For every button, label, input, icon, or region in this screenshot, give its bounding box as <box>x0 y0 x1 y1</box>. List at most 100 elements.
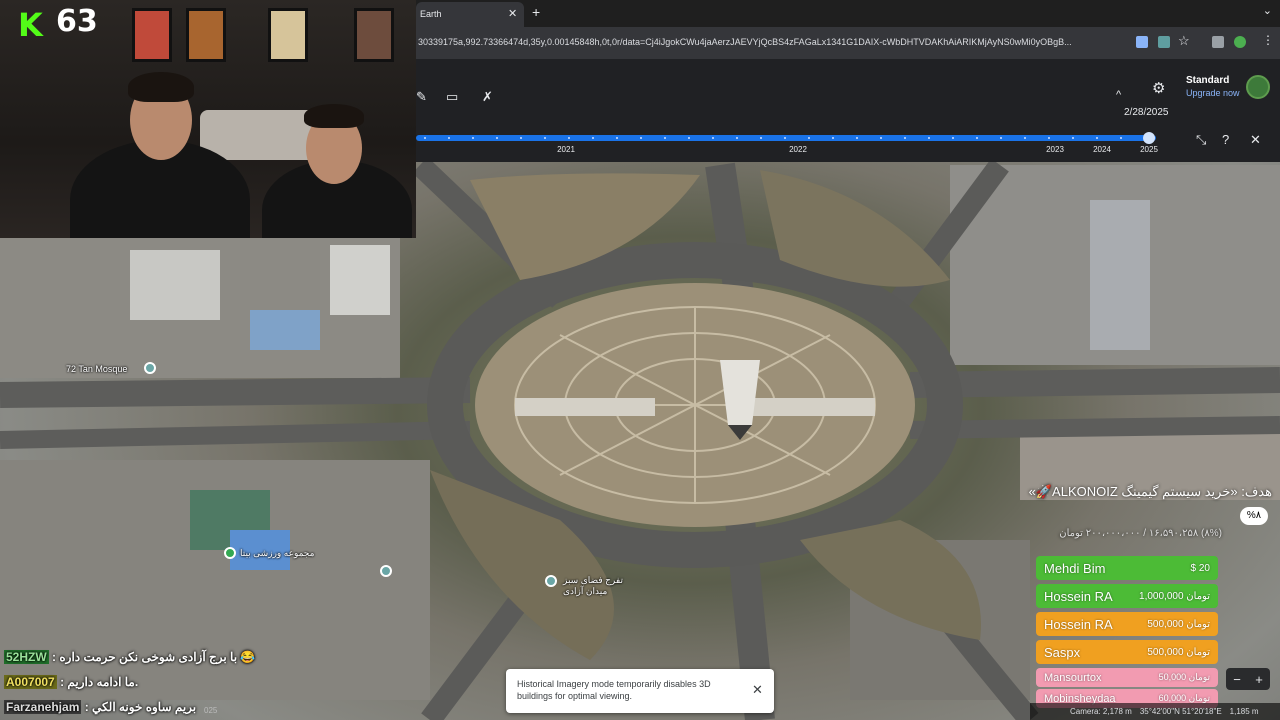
settings-gear-icon[interactable]: ⚙ <box>1152 79 1165 97</box>
timeline-tick[interactable] <box>424 137 426 139</box>
donation-row: Mehdi Bim $ 20 <box>1036 556 1218 580</box>
chat-text: : بریم ساوه خونه الکي <box>84 700 197 714</box>
donation-amount: 1,000,000 تومان <box>1139 590 1210 602</box>
wall-poster <box>186 8 226 62</box>
timeline-tick[interactable] <box>496 137 498 139</box>
chat-message: 52HZW : با برج آزادی شوخی نکن حرمت داره … <box>4 650 255 664</box>
url-field[interactable]: 30339175a,992.73366474d,35y,0.00145848h,… <box>418 37 1130 47</box>
timeline-tick[interactable] <box>928 137 930 139</box>
timeline-tick[interactable] <box>1024 137 1026 139</box>
imagery-date-fragment: 025 <box>204 706 218 715</box>
screen: Earth ✕ + ⌄ 30339175a,992.73366474d,35y,… <box>0 0 1280 720</box>
expand-icon[interactable]: ⤡ <box>1196 132 1206 148</box>
chat-text: : ما ادامه داریم. <box>60 675 139 689</box>
timeline-tick[interactable] <box>856 137 858 139</box>
chat-username: A007007 <box>4 675 57 689</box>
zoom-out-button[interactable]: − <box>1233 672 1241 687</box>
browser-menu-icon[interactable]: ⋮ <box>1262 33 1274 47</box>
timeline-tick[interactable] <box>808 137 810 139</box>
year-label: 2024 <box>1093 145 1111 154</box>
bookmark-star-icon[interactable]: ☆ <box>1178 33 1190 48</box>
timeline-tick[interactable] <box>1000 137 1002 139</box>
cast-icon[interactable] <box>1136 36 1148 48</box>
year-label: 2021 <box>557 145 575 154</box>
browser-tab-bar: Earth ✕ + ⌄ <box>416 0 1280 27</box>
wall-poster <box>354 8 394 62</box>
toast-message: Historical Imagery mode temporarily disa… <box>517 679 711 701</box>
sports-pin-icon[interactable] <box>224 547 236 559</box>
timeline-tick[interactable] <box>688 137 690 139</box>
timeline-tick[interactable] <box>520 137 522 139</box>
tab-google-earth[interactable]: Earth ✕ <box>416 2 524 27</box>
park-pin-icon[interactable] <box>545 575 557 587</box>
timeline-tick[interactable] <box>544 137 546 139</box>
timeline-tick[interactable] <box>592 137 594 139</box>
timeline-tick[interactable] <box>880 137 882 139</box>
map-label-sports-complex[interactable]: مجموعه ورزشی بیتا <box>240 548 314 559</box>
zoom-controls: − + <box>1226 668 1270 690</box>
streamer-left-hair <box>128 72 194 102</box>
upgrade-link[interactable]: Upgrade now <box>1186 88 1240 98</box>
webcam-overlay: K 63 <box>0 0 416 238</box>
tab-close-icon[interactable]: ✕ <box>508 7 517 20</box>
translate-icon[interactable] <box>1158 36 1170 48</box>
timeline-tick[interactable] <box>616 137 618 139</box>
tab-title: Earth <box>420 9 442 19</box>
timeline-tick[interactable] <box>784 137 786 139</box>
extensions-icon[interactable] <box>1212 36 1224 48</box>
draw-icon[interactable]: ✎ <box>416 89 427 105</box>
kick-logo-icon: K <box>18 6 43 44</box>
chat-message: Farzanehjam : بریم ساوه خونه الکي <box>4 700 196 714</box>
new-tab-button[interactable]: + <box>532 4 540 20</box>
timeline-tick[interactable] <box>736 137 738 139</box>
tab-search-icon[interactable]: ⌄ <box>1263 4 1272 17</box>
donor-name: Hossein RA <box>1044 616 1113 632</box>
timeline-tick[interactable] <box>640 137 642 139</box>
donor-name: Hossein RA <box>1044 588 1113 604</box>
donor-name: Saspx <box>1044 644 1081 660</box>
help-icon[interactable]: ? <box>1222 132 1229 147</box>
collapse-chevron-icon[interactable]: ^ <box>1116 89 1121 101</box>
donation-row: Hossein RA 1,000,000 تومان <box>1036 584 1218 608</box>
timeline-tick[interactable] <box>1120 137 1122 139</box>
measure-icon[interactable]: ▭ <box>446 89 458 105</box>
timeline-tick[interactable] <box>664 137 666 139</box>
timeline-tick[interactable] <box>1096 137 1098 139</box>
map-label-park[interactable]: تفرج فضای سبز میدان آزادی <box>563 575 633 597</box>
timeline-tick[interactable] <box>1072 137 1074 139</box>
user-avatar[interactable] <box>1246 75 1270 99</box>
toast-close-icon[interactable]: ✕ <box>752 682 763 698</box>
timeline-tick[interactable] <box>760 137 762 139</box>
chat-text: : با برج آزادی شوخی نکن حرمت داره 😂 <box>52 650 256 664</box>
mosque-pin-icon[interactable] <box>144 362 156 374</box>
timeline-track[interactable] <box>416 135 1156 141</box>
camera-altitude: Camera: 2,178 m <box>1070 707 1132 716</box>
timeline-tick[interactable] <box>1048 137 1050 139</box>
donation-row: Hossein RA 500,000 تومان <box>1036 612 1218 636</box>
plan-name: Standard <box>1186 75 1230 86</box>
timeline-slider-handle[interactable] <box>1143 132 1155 144</box>
timeline-tick[interactable] <box>904 137 906 139</box>
timeline-tick[interactable] <box>832 137 834 139</box>
profile-icon[interactable] <box>1234 36 1246 48</box>
donation-amount: $ 20 <box>1190 562 1210 574</box>
timeline-tick[interactable] <box>448 137 450 139</box>
viewer-count: 63 <box>56 4 98 39</box>
timeline-tick[interactable] <box>472 137 474 139</box>
timeline-tick[interactable] <box>952 137 954 139</box>
close-timeline-icon[interactable]: ✕ <box>1250 132 1261 148</box>
zoom-in-button[interactable]: + <box>1255 672 1263 687</box>
wall-poster <box>132 8 172 62</box>
earth-toolbar: ✎ ▭ ✗ ⚙ Standard Upgrade now ^ 2/28/2025 <box>416 59 1280 128</box>
map-label-mosque[interactable]: 72 Tan Mosque <box>66 364 127 374</box>
donation-goal-progress: (۸%) ۱۶،۵۹۰،۲۵۸ / ۲۰۰،۰۰۰،۰۰۰ تومان <box>1059 528 1222 539</box>
place-pin-icon[interactable] <box>380 565 392 577</box>
donor-name: Mehdi Bim <box>1044 560 1106 576</box>
timeline-tick[interactable] <box>712 137 714 139</box>
timeline-tick[interactable] <box>568 137 570 139</box>
donor-name: Mansourtox <box>1044 671 1102 684</box>
tools-off-icon[interactable]: ✗ <box>482 89 493 105</box>
map-status-bar: Camera: 2,178 m 35°42'00"N 51°20'18"E 1,… <box>1030 703 1280 720</box>
timeline-tick[interactable] <box>976 137 978 139</box>
donation-amount: 50,000 تومان <box>1158 672 1210 682</box>
